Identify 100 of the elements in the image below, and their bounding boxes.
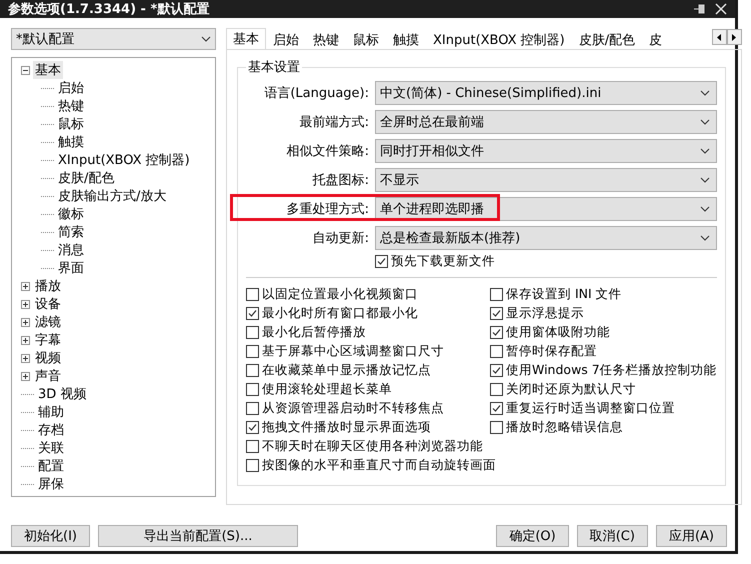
checkbox-label: 在收藏菜单中显示播放记忆点 xyxy=(262,362,431,379)
checkbox-label: 使用Windows 7任务栏播放控制功能 xyxy=(506,362,717,379)
setting-dropdown[interactable]: 全屏时总在最前端 xyxy=(375,110,717,134)
expand-icon[interactable] xyxy=(21,282,30,290)
setting-dropdown[interactable]: 总是检查最新版本(推荐) xyxy=(375,226,717,250)
close-icon[interactable] xyxy=(715,3,727,15)
checkbox-label: 使用滚轮处理超长菜单 xyxy=(262,381,392,398)
tree-item[interactable]: 徽标 xyxy=(56,205,86,223)
chevron-down-icon xyxy=(201,36,211,42)
checkbox-label: 拖拽文件播放时显示界面选项 xyxy=(262,419,431,436)
checkbox[interactable] xyxy=(246,288,259,301)
group-title: 基本设置 xyxy=(247,59,301,76)
expand-icon[interactable] xyxy=(21,318,30,326)
setting-dropdown[interactable]: 同时打开相似文件 xyxy=(375,138,717,162)
expand-icon[interactable] xyxy=(21,372,30,380)
pin-icon[interactable] xyxy=(693,3,707,15)
chevron-down-icon xyxy=(700,90,710,96)
setting-dropdown[interactable]: 单个进程即选即播 xyxy=(375,196,717,220)
tree-item[interactable]: 触摸 xyxy=(56,133,86,151)
checkbox[interactable] xyxy=(490,288,503,301)
tree-item[interactable]: 声音 xyxy=(33,367,63,385)
tree-item[interactable]: 字幕 xyxy=(33,331,63,349)
checkbox-label: 保存设置到 INI 文件 xyxy=(506,286,622,303)
checkbox[interactable] xyxy=(490,383,503,396)
checkbox[interactable] xyxy=(246,440,259,453)
setting-dropdown[interactable]: 中文(简体) - Chinese(Simplified).ini xyxy=(375,80,717,104)
tree-item[interactable]: XInput(XBOX 控制器) xyxy=(56,151,192,169)
checkbox[interactable] xyxy=(246,364,259,377)
tree-item[interactable]: 辅助 xyxy=(36,403,66,421)
setting-label: 相似文件策略: xyxy=(286,142,370,160)
chevron-down-icon xyxy=(700,118,710,124)
tree-item[interactable]: 热键 xyxy=(56,97,86,115)
tab[interactable]: 基本 xyxy=(226,28,266,49)
checkbox[interactable] xyxy=(246,459,259,472)
tree-item[interactable]: 视频 xyxy=(33,349,63,367)
checkbox-label: 最小化后暂停播放 xyxy=(262,324,366,341)
checkbox-label: 基于屏幕中心区域调整窗口尺寸 xyxy=(262,343,444,360)
tree-item[interactable]: 配置 xyxy=(36,457,66,475)
checkbox-label: 关闭时还原为默认尺寸 xyxy=(506,381,636,398)
tree-item[interactable]: 界面 xyxy=(56,259,86,277)
setting-label: 自动更新: xyxy=(312,230,370,246)
tree-item[interactable]: 存档 xyxy=(36,421,66,439)
checkbox[interactable] xyxy=(490,402,503,415)
setting-label: 托盘图标: xyxy=(312,172,370,188)
chevron-down-icon xyxy=(700,148,710,154)
checkbox[interactable] xyxy=(490,364,503,377)
checkbox-label: 播放时忽略错误信息 xyxy=(506,419,623,436)
reset-button[interactable]: 初始化(I) xyxy=(11,525,90,547)
setting-dropdown[interactable]: 不显示 xyxy=(375,168,717,192)
tree-item[interactable]: 皮肤/配色 xyxy=(56,169,116,187)
dialog-button[interactable]: 取消(C) xyxy=(576,525,648,547)
export-button[interactable]: 导出当前配置(S)... xyxy=(98,525,298,547)
tree-item[interactable]: 屏保 xyxy=(36,475,66,493)
tree-item[interactable]: 关联 xyxy=(36,439,66,457)
tree-item[interactable]: 设备 xyxy=(33,295,63,313)
checkbox-label: 以固定位置最小化视频窗口 xyxy=(262,286,418,303)
checkbox-label: 从资源管理器启动时不转移焦点 xyxy=(262,400,444,417)
dialog-button[interactable]: 确定(O) xyxy=(496,525,569,547)
checkbox[interactable] xyxy=(490,307,503,320)
expand-icon[interactable] xyxy=(21,354,30,362)
expand-icon[interactable] xyxy=(21,300,30,308)
tree-item[interactable]: 消息 xyxy=(56,241,86,259)
tree-item[interactable]: 鼠标 xyxy=(56,115,86,133)
scroll-right-icon[interactable] xyxy=(726,29,742,45)
chevron-down-icon xyxy=(700,206,710,212)
checkbox[interactable] xyxy=(490,345,503,358)
checkbox-label: 重复运行时适当调整窗口位置 xyxy=(506,400,675,417)
tree-item[interactable]: 启始 xyxy=(56,79,86,97)
checkbox-label: 按图像的水平和垂直尺寸而自动旋转画面 xyxy=(262,457,496,474)
chevron-down-icon xyxy=(700,234,710,240)
checkbox-label: 暂停时保存配置 xyxy=(506,343,597,360)
tree-item[interactable]: 3D 视频 xyxy=(36,385,88,403)
checkbox[interactable] xyxy=(246,383,259,396)
setting-label: 语言(Language): xyxy=(263,84,370,102)
tree-item[interactable]: 基本 xyxy=(33,61,63,79)
checkbox[interactable] xyxy=(375,255,388,268)
checkbox[interactable] xyxy=(246,345,259,358)
profile-dropdown[interactable]: *默认配置 xyxy=(11,28,216,50)
checkbox-label: 显示浮悬提示 xyxy=(506,305,584,322)
scroll-left-icon[interactable] xyxy=(712,29,727,45)
tree-item[interactable]: 播放 xyxy=(33,277,63,295)
checkbox[interactable] xyxy=(246,326,259,339)
tree-item[interactable]: 滤镜 xyxy=(33,313,63,331)
checkbox[interactable] xyxy=(246,307,259,320)
checkbox-label: 不聊天时在聊天区使用各种浏览器功能 xyxy=(262,438,483,455)
expand-icon[interactable] xyxy=(21,336,30,344)
collapse-icon[interactable] xyxy=(21,66,30,74)
setting-label: 多重处理方式: xyxy=(286,200,370,218)
dialog-button[interactable]: 应用(A) xyxy=(656,525,727,547)
checkbox-label: 预先下载更新文件 xyxy=(391,253,495,270)
chevron-down-icon xyxy=(700,176,710,182)
checkbox[interactable] xyxy=(490,421,503,434)
checkbox[interactable] xyxy=(246,402,259,415)
window-title: 参数选项(1.7.3344) - *默认配置 xyxy=(8,1,210,18)
tree-item[interactable]: 皮肤输出方式/放大 xyxy=(56,187,168,205)
checkbox-label: 最小化时所有窗口都最小化 xyxy=(262,305,418,322)
tree-item[interactable]: 简索 xyxy=(56,223,86,241)
checkbox[interactable] xyxy=(490,326,503,339)
checkbox[interactable] xyxy=(246,421,259,434)
setting-label: 最前端方式: xyxy=(298,114,370,130)
